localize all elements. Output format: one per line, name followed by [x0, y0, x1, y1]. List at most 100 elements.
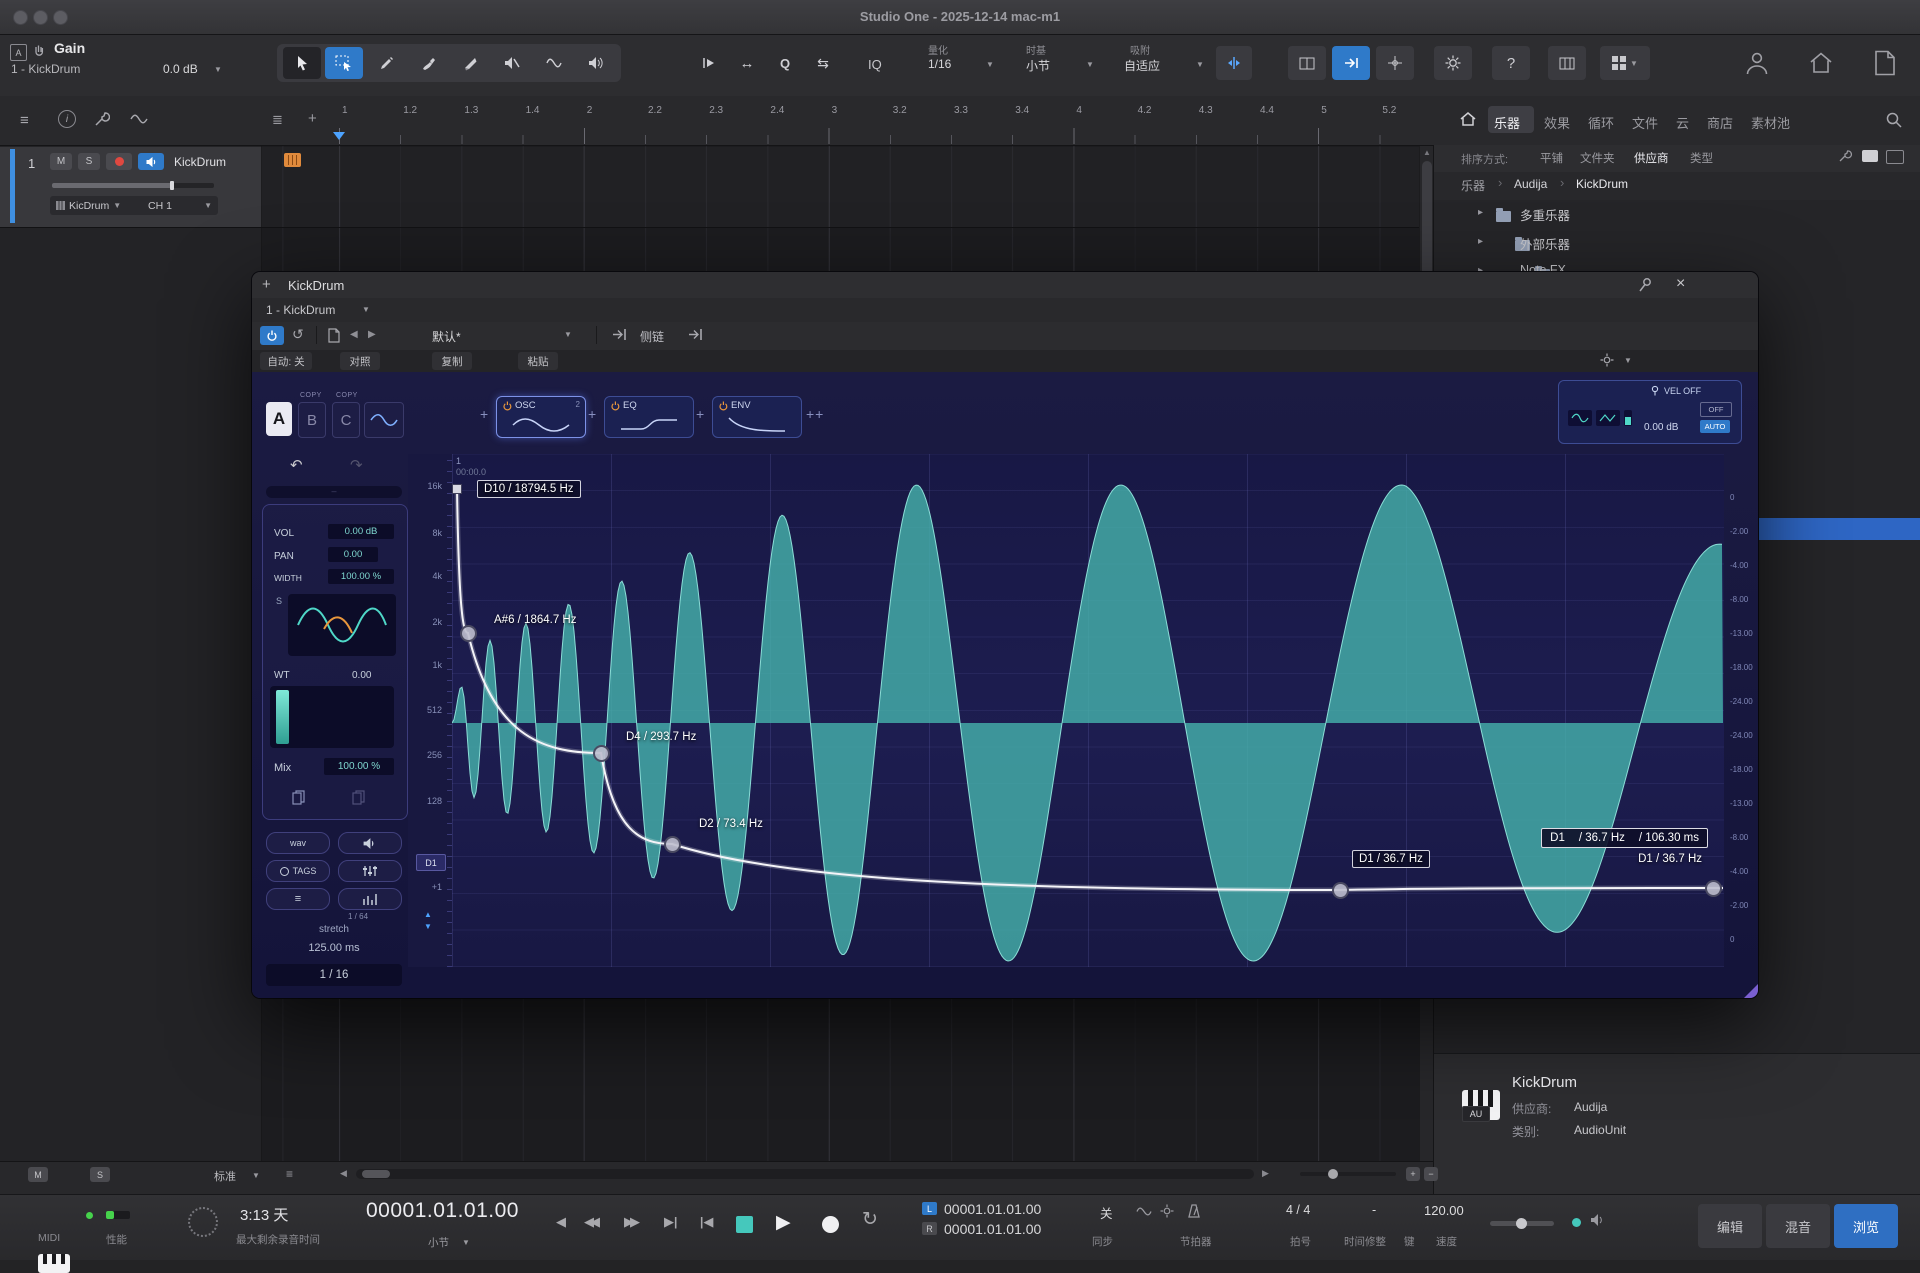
- editor-view-button[interactable]: [1288, 46, 1326, 80]
- add-module-icon[interactable]: +: [588, 406, 596, 422]
- module-power-icon[interactable]: [503, 401, 512, 411]
- vel-wave-b-icon[interactable]: [1596, 410, 1620, 426]
- timestretch-follow-icon[interactable]: ⇆: [806, 47, 840, 79]
- zoom-slider-thumb[interactable]: [1328, 1169, 1338, 1179]
- layout-list-icon[interactable]: [1886, 150, 1904, 164]
- vol-value[interactable]: 0.00 dB: [328, 524, 394, 539]
- channel-selector[interactable]: CH 1 ▼: [142, 196, 218, 215]
- fast-forward-button[interactable]: ▶▶: [624, 1214, 636, 1230]
- tab-pool[interactable]: 素材池: [1751, 113, 1790, 132]
- timeline-ruler[interactable]: 11.21.31.422.22.32.433.23.33.444.24.34.4…: [339, 96, 1433, 145]
- document-icon[interactable]: [1874, 50, 1896, 76]
- track-solo-button[interactable]: S: [78, 153, 100, 170]
- rate-value[interactable]: 1 / 64: [348, 912, 368, 921]
- time-signature-value[interactable]: 4 / 4: [1286, 1203, 1310, 1217]
- track-volume-thumb[interactable]: [170, 181, 174, 190]
- tab-loops[interactable]: 循环: [1588, 113, 1614, 132]
- global-solo-button[interactable]: S: [90, 1167, 110, 1182]
- slot-a-button[interactable]: A: [266, 402, 292, 436]
- wrench-icon[interactable]: [94, 111, 110, 127]
- main-time-display[interactable]: 00001.01.01.00: [366, 1199, 519, 1223]
- copy-settings-icon[interactable]: [292, 790, 305, 805]
- timestretch-value[interactable]: -: [1372, 1203, 1376, 1217]
- mute-tool-button[interactable]: [493, 47, 531, 79]
- breadcrumb-root[interactable]: 乐器: [1461, 177, 1485, 194]
- home-tab-icon[interactable]: [1459, 110, 1477, 128]
- output-speaker-icon[interactable]: [1590, 1213, 1606, 1227]
- paste-tab[interactable]: 粘贴: [518, 352, 558, 370]
- plugin-titlebar[interactable]: [252, 272, 1758, 298]
- play-button[interactable]: ▶: [776, 1211, 791, 1234]
- arranger-icon[interactable]: A: [10, 44, 27, 61]
- horizontal-scrollbar[interactable]: [356, 1169, 1254, 1179]
- metronome-settings-icon[interactable]: [1160, 1204, 1174, 1218]
- tab-instruments[interactable]: 乐器: [1494, 113, 1520, 132]
- base-note-box[interactable]: D1: [416, 854, 446, 871]
- plugin-track-selector[interactable]: 1 - KickDrum: [266, 303, 335, 317]
- track-mute-button[interactable]: M: [50, 153, 72, 170]
- paint-tool-button[interactable]: [409, 47, 447, 79]
- module-env[interactable]: ENV: [712, 396, 802, 438]
- ab-compare-tab[interactable]: 对照: [340, 352, 380, 370]
- prev-marker-button[interactable]: ◀: [556, 1214, 566, 1230]
- steps-button[interactable]: [338, 888, 402, 910]
- frequency-ruler[interactable]: D1 +1 ▲ ▼ 16k8k4k2k1k512256128: [408, 454, 453, 967]
- fraction-value[interactable]: 1 / 16: [266, 964, 402, 986]
- timebase-value[interactable]: 小节: [1026, 57, 1050, 74]
- snap-value[interactable]: 自适应: [1124, 57, 1160, 74]
- plugin-add-icon[interactable]: +: [262, 276, 271, 293]
- layout-filled-icon[interactable]: [1862, 150, 1878, 162]
- record-button[interactable]: [822, 1216, 839, 1233]
- pitch-point-handle[interactable]: [1332, 882, 1349, 899]
- close-icon[interactable]: ×: [1676, 275, 1685, 293]
- mixer-view-button[interactable]: [1548, 46, 1586, 80]
- arrow-tool-button[interactable]: [283, 47, 321, 79]
- plugin-power-button[interactable]: [260, 326, 284, 345]
- undo-icon[interactable]: ↶: [290, 456, 303, 474]
- vel-off-badge[interactable]: OFF: [1700, 402, 1732, 417]
- slot-b-button[interactable]: B: [298, 402, 326, 438]
- resize-handle[interactable]: [1744, 984, 1758, 998]
- copy-tab[interactable]: 复制: [432, 352, 472, 370]
- mixer-mini-button[interactable]: [338, 860, 402, 882]
- browse-view-button[interactable]: 浏览: [1834, 1204, 1898, 1248]
- wavetable-preview[interactable]: [288, 594, 396, 656]
- output-volume-thumb[interactable]: [1516, 1218, 1527, 1229]
- stop-button[interactable]: [736, 1216, 753, 1233]
- tab-effects[interactable]: 效果: [1544, 113, 1570, 132]
- playhead-marker[interactable]: [333, 132, 345, 140]
- instrument-selector[interactable]: KicDrum ▼: [50, 196, 148, 215]
- track-list-icon[interactable]: ≣: [272, 112, 283, 128]
- tags-button[interactable]: TAGS: [266, 860, 330, 882]
- pencil-tool-button[interactable]: [367, 47, 405, 79]
- goto-end-button[interactable]: [1332, 46, 1370, 80]
- module-power-icon[interactable]: [611, 401, 620, 411]
- time-unit-selector[interactable]: 小节: [428, 1235, 449, 1250]
- menu-icon[interactable]: ≡: [20, 112, 29, 129]
- mix-view-button[interactable]: 混音: [1766, 1204, 1830, 1248]
- next-preset-icon[interactable]: ▶: [368, 329, 376, 340]
- split-tool-button[interactable]: [451, 47, 489, 79]
- quick-gain-value[interactable]: 0.0 dB: [163, 62, 198, 76]
- pan-value[interactable]: 0.00: [328, 547, 378, 562]
- wav-export-button[interactable]: wav: [266, 832, 330, 854]
- paste-settings-icon[interactable]: [352, 790, 365, 805]
- output-volume-slider[interactable]: [1490, 1221, 1554, 1226]
- search-icon[interactable]: [1886, 112, 1902, 128]
- tab-files[interactable]: 文件: [1632, 113, 1658, 132]
- preset-scrub-bar[interactable]: –: [266, 486, 402, 498]
- slot-wave-button[interactable]: [364, 402, 404, 438]
- scroll-up-icon[interactable]: ▲: [1423, 148, 1431, 157]
- zoom-in-button[interactable]: +: [1406, 1167, 1420, 1181]
- loop-end-time[interactable]: 00001.01.01.00: [944, 1221, 1041, 1237]
- width-value[interactable]: 100.00 %: [328, 569, 394, 584]
- preset-selector[interactable]: 默认*: [432, 328, 461, 345]
- disclosure-triangle-icon[interactable]: ▸: [1478, 236, 1483, 247]
- scroll-left-icon[interactable]: ◀: [340, 1168, 347, 1179]
- play-from-marker-icon[interactable]: [692, 47, 726, 79]
- octave-shift-value[interactable]: +1: [432, 882, 442, 892]
- plugin-gear-icon[interactable]: [1600, 353, 1614, 367]
- breadcrumb-item[interactable]: KickDrum: [1576, 177, 1628, 191]
- automation-wave-icon[interactable]: [130, 113, 148, 125]
- scroll-right-icon[interactable]: ▶: [1262, 1168, 1269, 1179]
